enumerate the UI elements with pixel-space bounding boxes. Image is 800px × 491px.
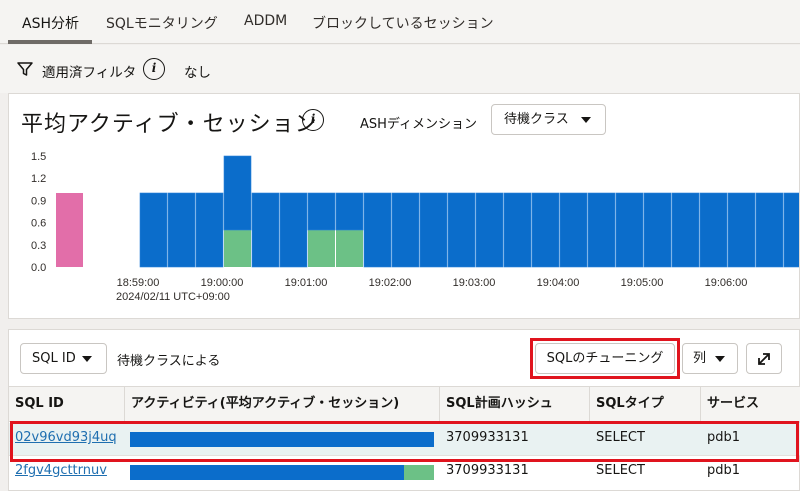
applied-filter-value: なし: [184, 65, 211, 81]
bar-blue: [727, 192, 756, 268]
activity-bar-blue: [130, 465, 404, 480]
bar-blue: [475, 192, 504, 268]
y-tick-label: 0.3: [31, 240, 46, 252]
expand-button[interactable]: [746, 343, 782, 374]
columns-label: 列: [693, 351, 707, 366]
filter-info-icon[interactable]: i: [143, 58, 165, 80]
bar-blue: [783, 192, 799, 268]
activity-bar-green: [403, 465, 434, 480]
bar-blue: [531, 192, 560, 268]
x-date-label: 2024/02/11 UTC+09:00: [116, 291, 230, 303]
filter-bar: 適用済フィルタ i なし: [0, 45, 800, 93]
bar-blue: [755, 192, 784, 268]
bar-green: [224, 230, 251, 267]
tab-addm[interactable]: ADDM: [244, 13, 287, 29]
col-sql-id[interactable]: SQL ID: [9, 387, 125, 423]
group-by-select[interactable]: SQL ID: [20, 343, 107, 374]
bar-blue: [671, 192, 700, 268]
chevron-down-icon: [82, 356, 92, 362]
tab-bar: ASH分析 SQLモニタリング ADDM ブロックしているセッション: [0, 0, 800, 44]
sql-tuning-highlight: [530, 338, 680, 379]
table-header: SQL ID アクティビティ(平均アクティブ・セッション) SQL計画ハッシュ …: [9, 386, 800, 423]
bar-blue: [139, 192, 168, 268]
columns-button[interactable]: 列: [682, 343, 738, 374]
tab-ash-analysis[interactable]: ASH分析: [22, 13, 79, 33]
expand-icon: [758, 353, 770, 365]
bar-blue: [195, 192, 224, 268]
bar-blue: [335, 192, 364, 231]
x-tick-label: 19:06:00: [705, 277, 748, 289]
bar-blue: [363, 192, 392, 268]
x-tick-label: 19:05:00: [621, 277, 664, 289]
col-activity[interactable]: アクティビティ(平均アクティブ・セッション): [125, 387, 440, 423]
bar-blue: [559, 192, 588, 268]
bar-blue: [447, 192, 476, 268]
x-tick-label: 19:02:00: [369, 277, 412, 289]
y-tick-label: 0.9: [31, 195, 46, 207]
x-tick-label: 19:00:00: [201, 277, 244, 289]
x-tick-label: 19:04:00: [537, 277, 580, 289]
chevron-down-icon: [715, 356, 725, 362]
service: pdb1: [707, 463, 741, 478]
bar-green: [308, 230, 335, 267]
sql-activity-panel: SQL ID 待機クラスによる SQLのチューニング 列 SQL ID アクティ…: [8, 329, 800, 491]
bar-blue: [699, 192, 728, 268]
group-by-value: SQL ID: [32, 351, 76, 366]
bar-blue: [251, 192, 280, 268]
y-tick-label: 1.2: [31, 173, 46, 185]
col-sql-type[interactable]: SQLタイプ: [590, 387, 701, 423]
bar-blue: [307, 192, 336, 231]
bar-blue: [587, 192, 616, 268]
filter-icon[interactable]: [16, 60, 34, 78]
sql-type: SELECT: [596, 463, 645, 478]
bar-green: [336, 230, 363, 267]
y-tick-label: 1.5: [31, 151, 46, 163]
col-plan-hash[interactable]: SQL計画ハッシュ: [440, 387, 590, 423]
bar-blue: [391, 192, 420, 268]
active-tab-indicator: [8, 40, 92, 44]
sql-id-link[interactable]: 2fgv4gcttrnuv: [15, 463, 107, 478]
bar-blue: [167, 192, 196, 268]
bar-pink: [56, 193, 83, 267]
average-active-sessions-panel: 平均アクティブ・セッション i ASHディメンション 待機クラス 1.5 1.2 0…: [8, 93, 800, 319]
bar-blue: [615, 192, 644, 268]
col-service[interactable]: サービス: [701, 387, 800, 423]
tab-sql-monitoring[interactable]: SQLモニタリング: [106, 13, 218, 33]
bar-blue: [279, 192, 308, 268]
bar-blue: [503, 192, 532, 268]
y-tick-label: 0.6: [31, 218, 46, 230]
applied-filter-label: 適用済フィルタ: [42, 65, 137, 81]
bar-blue: [419, 192, 448, 268]
x-tick-label: 19:01:00: [285, 277, 328, 289]
bar-blue: [223, 155, 252, 231]
ash-chart[interactable]: 1.5 1.2 0.9 0.6 0.3 0.0 18:59:00 19:00:00 19:01:…: [9, 94, 799, 318]
x-tick-label: 18:59:00: [117, 277, 160, 289]
bar-blue: [643, 192, 672, 268]
selected-row-highlight: [10, 421, 799, 462]
x-tick-label: 19:03:00: [453, 277, 496, 289]
plan-hash: 3709933131: [446, 463, 529, 478]
tab-blocking-sessions[interactable]: ブロックしているセッション: [312, 13, 494, 33]
group-by-label: 待機クラスによる: [117, 354, 221, 369]
y-tick-label: 0.0: [31, 262, 46, 274]
